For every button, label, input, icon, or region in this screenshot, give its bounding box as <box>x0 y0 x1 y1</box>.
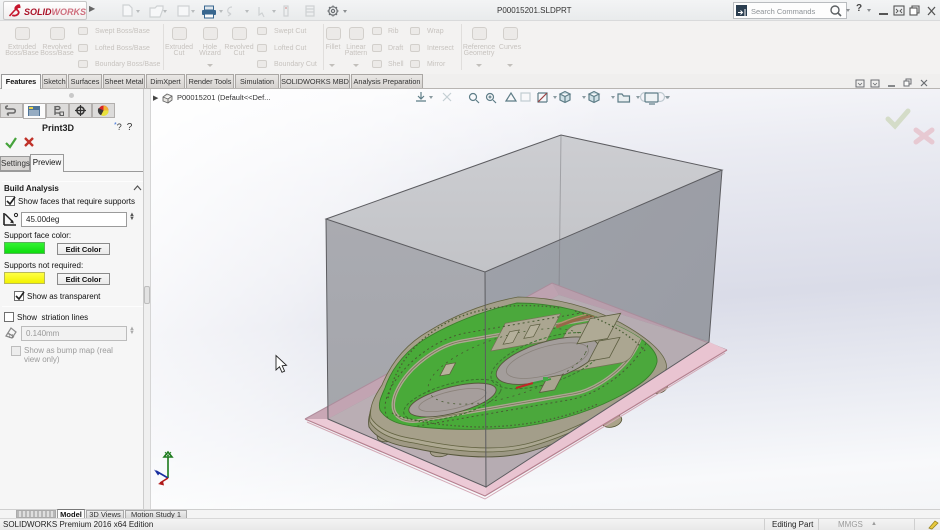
svg-text:T1: T1 <box>8 334 14 340</box>
